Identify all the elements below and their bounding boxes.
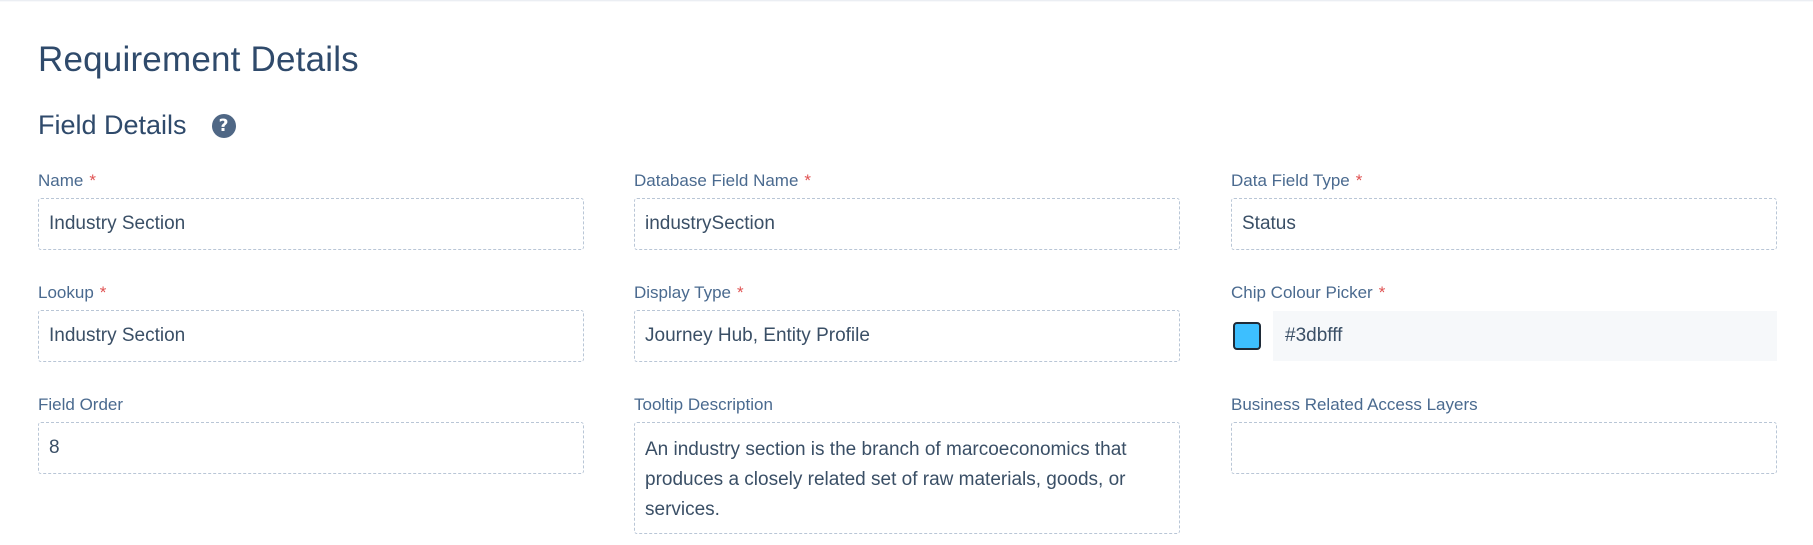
data-field-type-label: Data Field Type * — [1231, 171, 1363, 190]
required-marker: * — [89, 171, 96, 190]
field-order-input[interactable]: 8 — [38, 422, 584, 474]
chip-colour-picker-field: Chip Colour Picker * #3dbfff — [1231, 282, 1777, 362]
section-title: Field Details — [38, 110, 187, 140]
display-type-label: Display Type * — [634, 283, 744, 302]
required-marker: * — [99, 283, 107, 302]
page-title: Requirement Details — [38, 40, 359, 79]
db-field-name-field: Database Field Name * industrySection — [634, 170, 1180, 250]
name-field: Name * Industry Section — [38, 170, 584, 250]
top-divider — [0, 0, 1813, 2]
db-field-name-label: Database Field Name * — [634, 171, 812, 190]
tooltip-description-textarea[interactable]: An industry section is the branch of mar… — [634, 422, 1180, 534]
color-picker: #3dbfff — [1231, 310, 1777, 362]
name-label: Name * — [38, 171, 96, 190]
name-input[interactable]: Industry Section — [38, 198, 584, 250]
data-field-type-field: Data Field Type * Status — [1231, 170, 1777, 250]
tooltip-description-field: Tooltip Description An industry section … — [634, 394, 1180, 534]
field-order-label: Field Order — [38, 395, 124, 414]
display-type-field: Display Type * Journey Hub, Entity Profil… — [634, 282, 1180, 362]
lookup-label: Lookup * — [38, 283, 107, 302]
db-field-name-input[interactable]: industrySection — [634, 198, 1180, 250]
access-layers-input[interactable] — [1231, 422, 1777, 474]
chip-colour-picker-label: Chip Colour Picker * — [1231, 283, 1386, 302]
tooltip-description-label: Tooltip Description — [634, 395, 773, 414]
access-layers-field: Business Related Access Layers — [1231, 394, 1777, 474]
lookup-field: Lookup * Industry Section — [38, 282, 584, 362]
data-field-type-input[interactable]: Status — [1231, 198, 1777, 250]
field-order-field: Field Order 8 — [38, 394, 584, 474]
required-marker: * — [737, 283, 744, 302]
lookup-input[interactable]: Industry Section — [38, 310, 584, 362]
access-layers-label: Business Related Access Layers — [1231, 395, 1478, 414]
display-type-input[interactable]: Journey Hub, Entity Profile — [634, 310, 1180, 362]
required-marker: * — [804, 171, 812, 190]
help-icon[interactable]: ? — [211, 113, 236, 138]
section-header: Field Details ? — [38, 110, 236, 141]
required-marker: * — [1378, 283, 1386, 302]
color-hex-input[interactable]: #3dbfff — [1273, 311, 1777, 361]
color-swatch[interactable] — [1233, 322, 1261, 350]
required-marker: * — [1355, 171, 1363, 190]
